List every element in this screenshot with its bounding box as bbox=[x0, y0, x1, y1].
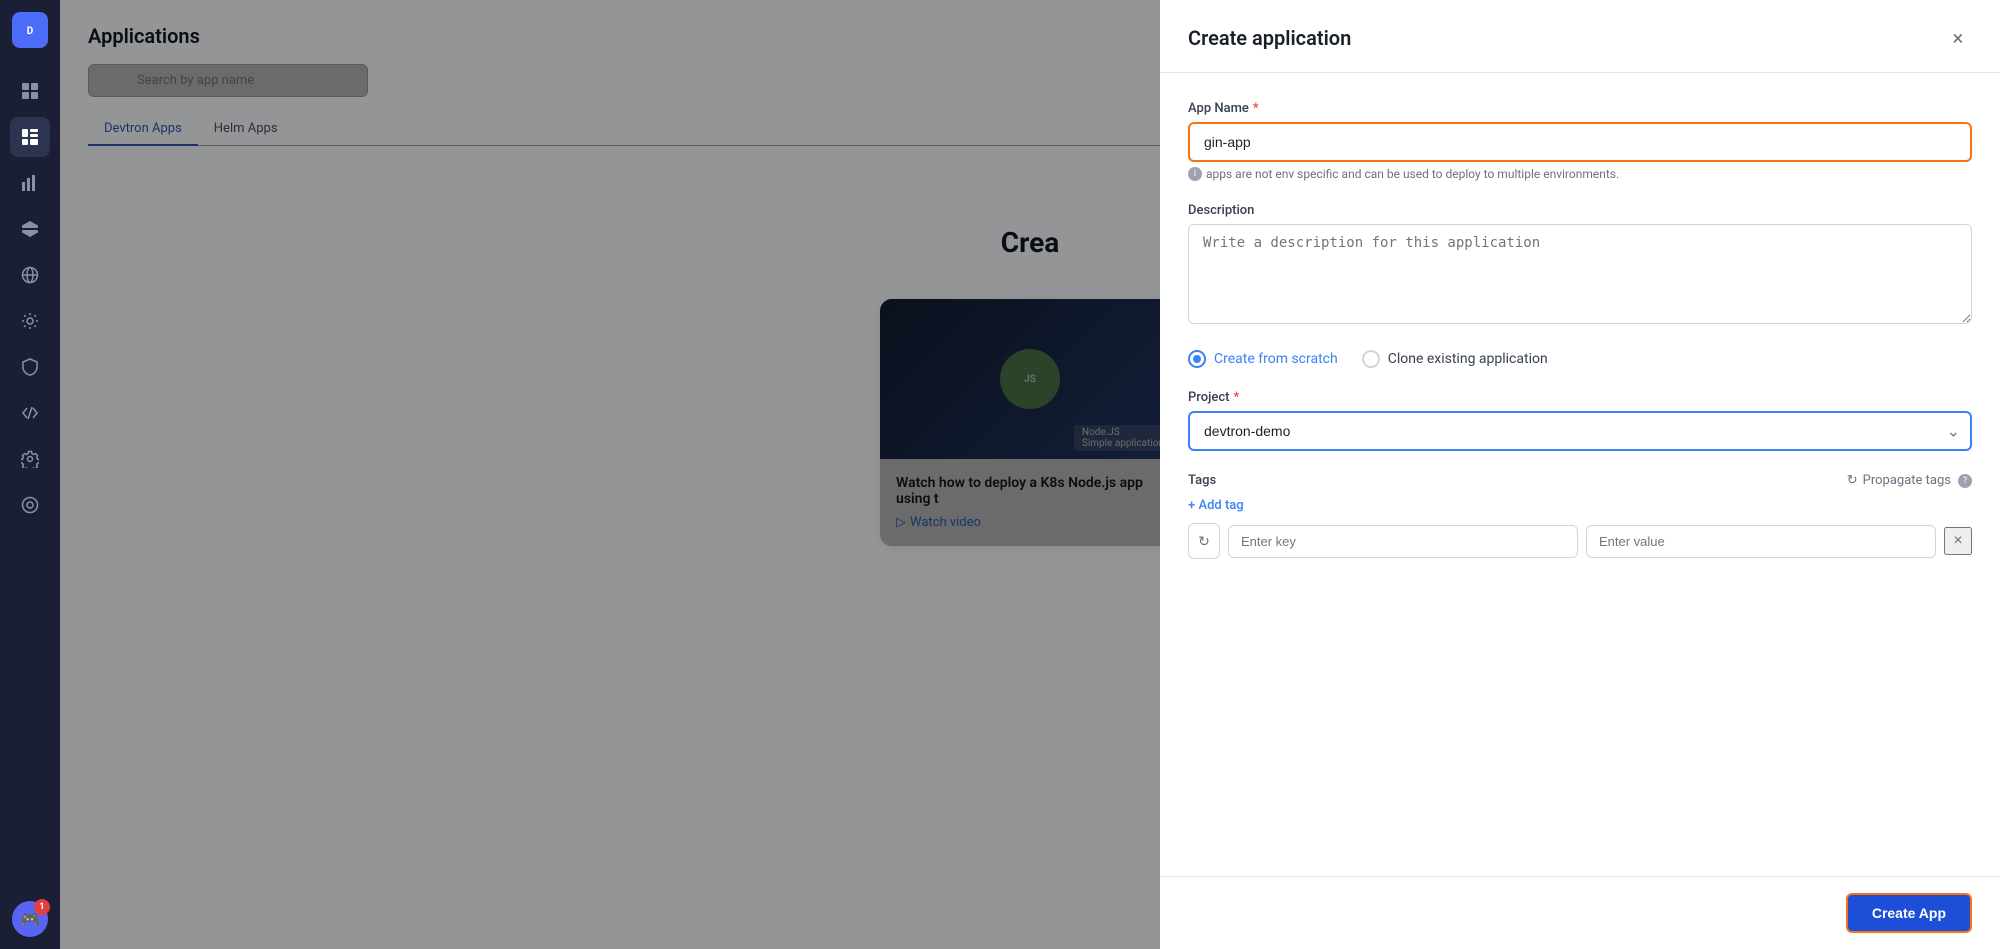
sidebar-item-code[interactable] bbox=[10, 393, 50, 433]
radio-clone-existing[interactable]: Clone existing application bbox=[1362, 350, 1548, 368]
app-name-hint: i apps are not env specific and can be u… bbox=[1188, 167, 1972, 181]
tag-row: ↻ × bbox=[1188, 523, 1972, 559]
radio-circle-scratch bbox=[1188, 350, 1206, 368]
project-label: Project * bbox=[1188, 390, 1972, 405]
modal-header: Create application × bbox=[1160, 0, 2000, 73]
discord-button[interactable]: 🎮 1 bbox=[12, 901, 48, 937]
propagate-tags-button[interactable]: ↻ Propagate tags ? bbox=[1847, 473, 1972, 488]
project-required-star: * bbox=[1233, 390, 1239, 405]
modal-title: Create application bbox=[1188, 26, 1351, 50]
modal-overlay: Create application × App Name * i apps bbox=[60, 0, 2000, 949]
sidebar-item-plugin[interactable] bbox=[10, 485, 50, 525]
project-select[interactable]: devtron-demo default staging production bbox=[1188, 411, 1972, 451]
sidebar-item-stack[interactable] bbox=[10, 209, 50, 249]
description-label: Description bbox=[1188, 203, 1972, 218]
sidebar-bottom: 🎮 1 bbox=[12, 901, 48, 937]
tag-value-input[interactable] bbox=[1586, 525, 1936, 558]
sidebar-item-dashboard[interactable] bbox=[10, 71, 50, 111]
sidebar: D bbox=[0, 0, 60, 949]
app-name-label: App Name * bbox=[1188, 101, 1972, 116]
hint-icon: i bbox=[1188, 167, 1202, 181]
required-star: * bbox=[1253, 101, 1259, 116]
tags-header: Tags ↻ Propagate tags ? bbox=[1188, 473, 1972, 488]
discord-notification-badge: 1 bbox=[34, 899, 50, 915]
modal-body: App Name * i apps are not env specific a… bbox=[1160, 73, 2000, 876]
radio-circle-clone bbox=[1362, 350, 1380, 368]
svg-text:D: D bbox=[27, 26, 34, 37]
sidebar-item-globe[interactable] bbox=[10, 255, 50, 295]
add-tag-button[interactable]: + Add tag bbox=[1188, 498, 1972, 513]
tags-group: Tags ↻ Propagate tags ? + Add tag ↻ bbox=[1188, 473, 1972, 559]
sidebar-item-settings[interactable] bbox=[10, 301, 50, 341]
propagate-tags-help-icon: ? bbox=[1958, 474, 1972, 488]
description-group: Description bbox=[1188, 203, 1972, 328]
close-icon: × bbox=[1953, 26, 1964, 50]
app-name-group: App Name * i apps are not env specific a… bbox=[1188, 101, 1972, 181]
sidebar-item-security[interactable] bbox=[10, 347, 50, 387]
project-group: Project * devtron-demo default staging p… bbox=[1188, 390, 1972, 451]
tag-key-input[interactable] bbox=[1228, 525, 1578, 558]
create-app-button[interactable]: Create App bbox=[1846, 893, 1972, 933]
sidebar-item-apps[interactable] bbox=[10, 117, 50, 157]
app-name-input[interactable] bbox=[1188, 122, 1972, 162]
modal-panel: Create application × App Name * i apps bbox=[1160, 0, 2000, 949]
tag-remove-button[interactable]: × bbox=[1944, 527, 1972, 555]
project-select-wrapper: devtron-demo default staging production … bbox=[1188, 411, 1972, 451]
radio-label-scratch: Create from scratch bbox=[1214, 351, 1338, 367]
creation-type-radio-group: Create from scratch Clone existing appli… bbox=[1188, 350, 1972, 368]
modal-close-button[interactable]: × bbox=[1944, 24, 1972, 52]
propagate-tags-icon: ↻ bbox=[1847, 473, 1858, 488]
sidebar-item-gear[interactable] bbox=[10, 439, 50, 479]
tag-reset-button[interactable]: ↻ bbox=[1188, 523, 1220, 559]
description-textarea[interactable] bbox=[1188, 224, 1972, 324]
sidebar-logo[interactable]: D bbox=[12, 12, 48, 48]
sidebar-item-chart[interactable] bbox=[10, 163, 50, 203]
main-content: Applications 🔍 Search by app name Devtro… bbox=[60, 0, 2000, 949]
radio-create-from-scratch[interactable]: Create from scratch bbox=[1188, 350, 1338, 368]
radio-label-clone: Clone existing application bbox=[1388, 351, 1548, 367]
tags-label: Tags bbox=[1188, 473, 1216, 488]
modal-footer: Create App bbox=[1160, 876, 2000, 949]
